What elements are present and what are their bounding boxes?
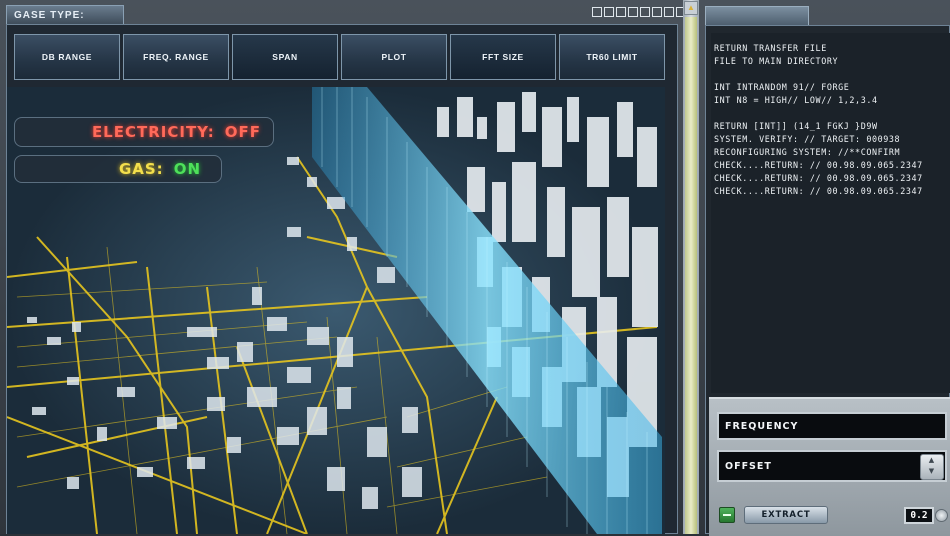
square-icon[interactable]: [652, 7, 662, 17]
gas-status: GAS: ON: [14, 155, 222, 183]
electricity-status: ELECTRICITY: OFF: [14, 117, 274, 147]
vertical-scrollbar[interactable]: ▲: [683, 0, 699, 534]
offset-select[interactable]: OFFSET ▲ ▼: [717, 450, 947, 482]
square-icon[interactable]: [640, 7, 650, 17]
square-icon[interactable]: [628, 7, 638, 17]
console-line: RETURN [INT]] (14_1 FGKJ }D9w: [714, 121, 878, 131]
console-line: FILE TO MAIN DIRECTORY: [714, 56, 839, 66]
gas-type-label: GASE TYPE:: [14, 10, 85, 21]
square-icon[interactable]: [604, 7, 614, 17]
console-line: INT N8 = HIGH// LOW// 1,2,3.4: [714, 95, 878, 105]
knob-icon[interactable]: [935, 509, 948, 522]
square-icon[interactable]: [664, 7, 674, 17]
db-range-button[interactable]: dB RANGE: [14, 34, 120, 80]
value-display[interactable]: 0.2: [904, 507, 934, 524]
console-line: CHECK....RETURN: // 00.98.09.065.2347: [714, 173, 923, 183]
scrollbar-thumb[interactable]: [685, 17, 697, 534]
console-line: CHECK....RETURN: // 00.98.09.065.2347: [714, 160, 923, 170]
gas-label: GAS:: [118, 160, 164, 178]
scroll-up-icon[interactable]: ▲: [684, 1, 698, 15]
square-icon[interactable]: [616, 7, 626, 17]
console-output: RETURN TRANSFER FILE FILE TO MAIN DIRECT…: [711, 33, 950, 393]
freq-range-button[interactable]: FREQ. RANGE: [123, 34, 229, 80]
gas-type-tab[interactable]: GASE TYPE:: [6, 5, 124, 24]
window-squares: [592, 7, 686, 17]
tr60-limit-button[interactable]: TR60 LIMIT: [559, 34, 665, 80]
extract-button[interactable]: EXTRACT: [744, 506, 828, 524]
fft-size-button[interactable]: FFT SIZE: [450, 34, 556, 80]
console-line: CHECK....RETURN: // 00.98.09.065.2347: [714, 186, 923, 196]
minus-icon[interactable]: [719, 507, 735, 523]
plot-button[interactable]: PLOT: [341, 34, 447, 80]
square-icon[interactable]: [592, 7, 602, 17]
frequency-field[interactable]: FREQUENCY: [717, 412, 947, 440]
toolbar: dB RANGE FREQ. RANGE SPAN PLOT FFT SIZE …: [14, 34, 665, 80]
offset-label: OFFSET: [725, 460, 772, 472]
span-button[interactable]: SPAN: [232, 34, 338, 80]
electricity-label: ELECTRICITY:: [91, 123, 215, 141]
console-tab[interactable]: [705, 6, 809, 26]
console-line: SYSTEM. VERIFY: // TARGET: 000938: [714, 134, 901, 144]
console-line: RECONFIGURING SYSTEM: //**CONFIRM: [714, 147, 901, 157]
electricity-value: OFF: [224, 123, 261, 141]
updown-arrows-icon[interactable]: ▲ ▼: [920, 454, 944, 480]
console-line: INT intRandom 91// FORGE: [714, 82, 850, 92]
frequency-label: FREQUENCY: [725, 420, 799, 432]
gas-value: ON: [173, 160, 201, 178]
console-line: RETURN TRANSFER FILE: [714, 43, 827, 53]
